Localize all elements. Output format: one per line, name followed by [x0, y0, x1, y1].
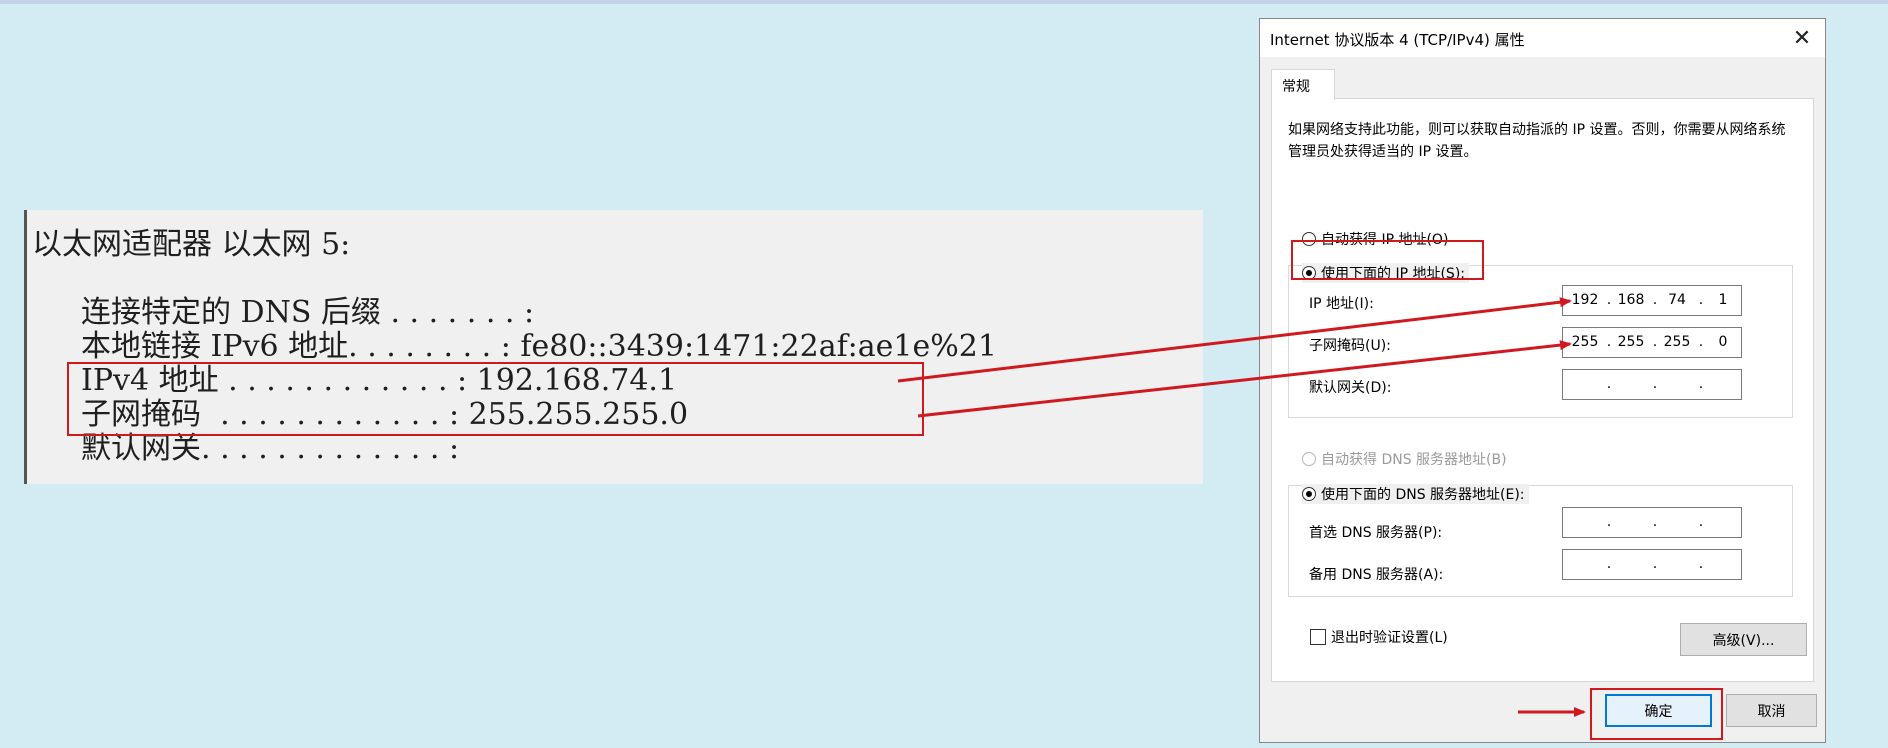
validate-on-exit-checkbox[interactable]: 退出时验证设置(L) [1310, 627, 1448, 647]
subnet-mask-input[interactable]: 255 . 255 . 255 . 0 [1562, 327, 1742, 358]
radio-auto-dns-label: 自动获得 DNS 服务器地址(B) [1321, 452, 1507, 468]
ip-separator: . [1698, 556, 1704, 572]
ip-octet-3: 74 [1668, 292, 1686, 308]
ipv4-properties-dialog: Internet 协议版本 4 (TCP/IPv4) 属性 ✕ 常规 如果网络支… [1259, 18, 1826, 743]
ip-octet-1: 192 [1571, 292, 1599, 308]
radio-checked-icon [1302, 266, 1316, 280]
console-line-gateway: 默认网关. . . . . . . . . . . . . : [81, 431, 460, 466]
radio-manual-dns[interactable]: 使用下面的 DNS 服务器地址(E): [1302, 484, 1529, 504]
radio-auto-ip-label: 自动获得 IP 地址(O) [1321, 232, 1449, 248]
ip-separator: . [1606, 514, 1612, 530]
ip-octet-2: 168 [1617, 292, 1645, 308]
ip-separator: . [1606, 556, 1612, 572]
advanced-button[interactable]: 高级(V)... [1680, 623, 1807, 656]
cancel-button[interactable]: 取消 [1726, 694, 1817, 727]
radio-checked-icon [1302, 487, 1316, 501]
ip-address-label: IP 地址(I): [1309, 296, 1374, 312]
ip-octet-4: 1 [1718, 292, 1728, 308]
console-line-dns-suffix: 连接特定的 DNS 后缀 . . . . . . . : [81, 295, 535, 330]
mask-octet-4: 0 [1718, 334, 1728, 350]
ip-separator: . [1606, 376, 1612, 392]
console-line-mask: 子网掩码 . . . . . . . . . . . . : 255.255.2… [81, 397, 689, 432]
radio-auto-ip[interactable]: 自动获得 IP 地址(O) [1302, 229, 1448, 249]
ip-separator: . [1652, 292, 1658, 308]
ip-address-input[interactable]: 192 . 168 . 74 . 1 [1562, 285, 1742, 316]
dialog-description: 如果网络支持此功能，则可以获取自动指派的 IP 设置。否则，你需要从网络系统管理… [1288, 122, 1786, 160]
ip-separator: . [1606, 334, 1612, 350]
mask-octet-1: 255 [1571, 334, 1599, 350]
preferred-dns-label: 首选 DNS 服务器(P): [1309, 525, 1443, 541]
subnet-mask-label: 子网掩码(U): [1309, 338, 1391, 354]
radio-manual-ip[interactable]: 使用下面的 IP 地址(S): [1302, 263, 1469, 283]
console-heading: 以太网适配器 以太网 5: [32, 227, 351, 262]
ip-separator: . [1606, 292, 1612, 308]
radio-unchecked-icon [1302, 232, 1316, 246]
preferred-dns-input[interactable]: . . . [1562, 507, 1742, 538]
mask-octet-2: 255 [1617, 334, 1645, 350]
ip-separator: . [1652, 334, 1658, 350]
dialog-title: Internet 协议版本 4 (TCP/IPv4) 属性 [1270, 31, 1525, 49]
ip-separator: . [1698, 514, 1704, 530]
ip-separator: . [1652, 556, 1658, 572]
radio-manual-ip-label: 使用下面的 IP 地址(S): [1321, 266, 1465, 282]
gateway-input[interactable]: . . . [1562, 369, 1742, 400]
alternate-dns-label: 备用 DNS 服务器(A): [1309, 567, 1444, 583]
tab-general-label: 常规 [1282, 79, 1310, 95]
dialog-titlebar: Internet 协议版本 4 (TCP/IPv4) 属性 ✕ [1260, 19, 1825, 57]
radio-unchecked-icon [1302, 452, 1316, 466]
mask-octet-3: 255 [1663, 334, 1691, 350]
close-icon[interactable]: ✕ [1779, 19, 1825, 57]
checkbox-icon [1310, 629, 1326, 645]
ip-separator: . [1652, 514, 1658, 530]
console-line-ipv6: 本地链接 IPv6 地址. . . . . . . . : fe80::3439… [81, 329, 997, 364]
ip-separator: . [1698, 292, 1704, 308]
ip-separator: . [1698, 334, 1704, 350]
ok-button[interactable]: 确定 [1605, 694, 1712, 727]
alternate-dns-input[interactable]: . . . [1562, 549, 1742, 580]
radio-manual-dns-label: 使用下面的 DNS 服务器地址(E): [1321, 487, 1525, 503]
console-line-ipv4: IPv4 地址 . . . . . . . . . . . . : 192.16… [81, 363, 678, 398]
ip-separator: . [1652, 376, 1658, 392]
validate-on-exit-label: 退出时验证设置(L) [1331, 630, 1448, 646]
radio-auto-dns[interactable]: 自动获得 DNS 服务器地址(B) [1302, 449, 1507, 469]
top-border [0, 0, 1888, 4]
console-output: 以太网适配器 以太网 5: 连接特定的 DNS 后缀 . . . . . . .… [24, 210, 1203, 484]
gateway-label: 默认网关(D): [1309, 380, 1392, 396]
tab-general[interactable]: 常规 [1271, 69, 1335, 100]
ip-separator: . [1698, 376, 1704, 392]
